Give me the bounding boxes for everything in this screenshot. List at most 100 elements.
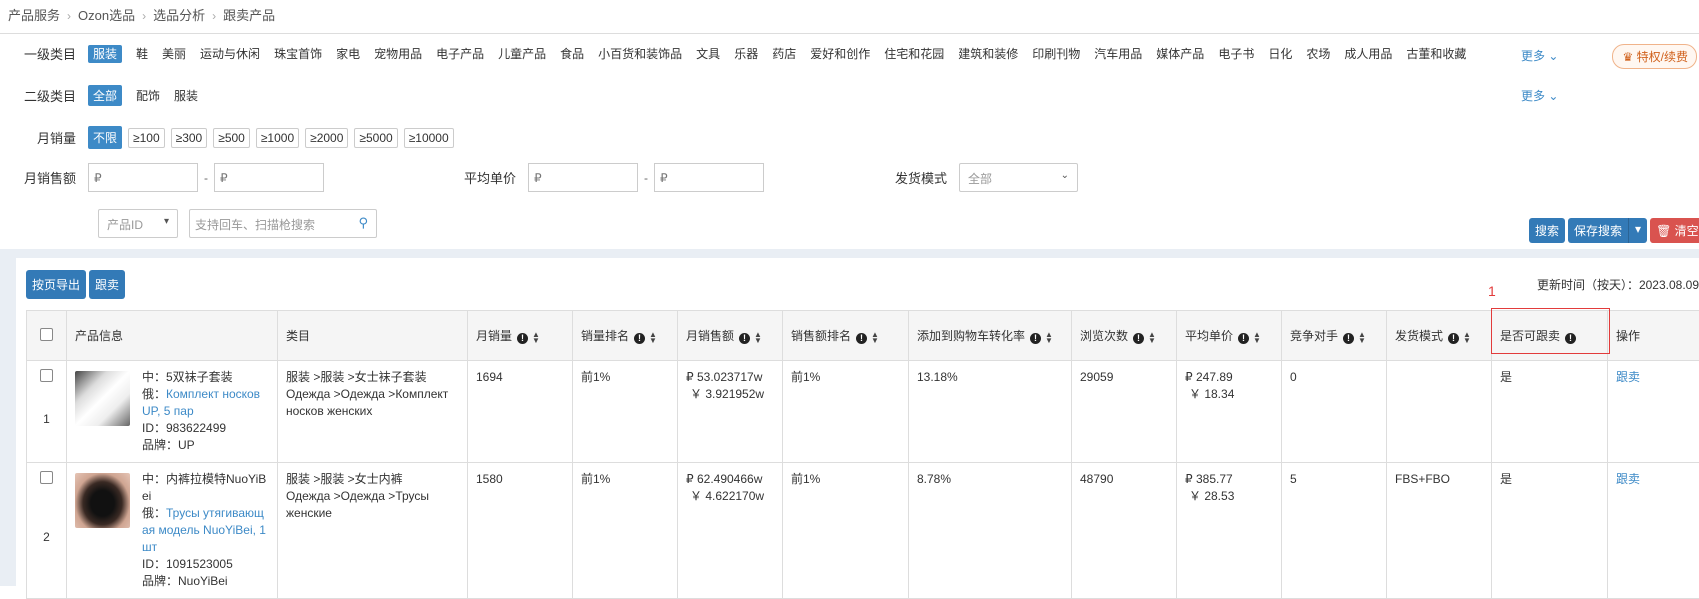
sort-icon[interactable]: ▲▼ xyxy=(1045,332,1053,344)
sort-icon[interactable]: ▲▼ xyxy=(532,332,540,344)
breadcrumb-item[interactable]: 选品分析 xyxy=(153,8,205,23)
cat1-option[interactable]: 家电 xyxy=(336,47,360,61)
save-search-dropdown[interactable]: ▾ xyxy=(1628,218,1647,243)
search-icon[interactable]: ⚲ xyxy=(358,215,368,231)
cat1-option[interactable]: 药店 xyxy=(772,47,796,61)
sales-option[interactable]: ≥10000 xyxy=(404,128,454,148)
cat1-option[interactable]: 服装 xyxy=(88,45,122,63)
cat1-option[interactable]: 儿童产品 xyxy=(498,47,546,61)
sales-option[interactable]: ≥1000 xyxy=(256,128,299,148)
price-rub: ₽ 385.77 xyxy=(1185,471,1273,488)
cat1-option[interactable]: 美丽 xyxy=(162,47,186,61)
product-thumbnail[interactable] xyxy=(75,371,130,426)
breadcrumb-item[interactable]: 产品服务 xyxy=(8,8,60,23)
sales-option[interactable]: ≥5000 xyxy=(354,128,397,148)
avg-price-max-input[interactable] xyxy=(654,163,764,192)
sales-option[interactable]: ≥2000 xyxy=(305,128,348,148)
cat1-option[interactable]: 宠物用品 xyxy=(374,47,422,61)
cat2-option-clothing[interactable]: 服装 xyxy=(174,87,198,104)
col-monthly-revenue[interactable]: 月销售额!▲▼ xyxy=(678,311,783,361)
product-brand: 品牌：NuoYiBei xyxy=(142,573,269,590)
row-checkbox[interactable] xyxy=(40,471,53,484)
sort-icon[interactable]: ▲▼ xyxy=(1253,332,1261,344)
sort-icon[interactable]: ▲▼ xyxy=(1463,332,1471,344)
info-icon[interactable]: ! xyxy=(1238,333,1249,344)
search-type-select[interactable]: 产品ID▾ xyxy=(98,209,178,238)
cat1-option[interactable]: 电子书 xyxy=(1218,47,1254,61)
cat1-option[interactable]: 乐器 xyxy=(734,47,758,61)
cat2-more-link[interactable]: 更多 ⌄ xyxy=(1521,87,1558,104)
cat1-option[interactable]: 日化 xyxy=(1268,47,1292,61)
info-icon[interactable]: ! xyxy=(1343,333,1354,344)
cat1-option[interactable]: 农场 xyxy=(1306,47,1330,61)
cart-rate-cell: 13.18% xyxy=(909,361,1072,463)
sort-icon[interactable]: ▲▼ xyxy=(649,332,657,344)
col-label: 销量排名 xyxy=(581,329,629,343)
cat1-option[interactable]: 电子产品 xyxy=(436,47,484,61)
select-all-checkbox[interactable] xyxy=(40,328,53,341)
sort-icon[interactable]: ▲▼ xyxy=(1358,332,1366,344)
cat1-option[interactable]: 文具 xyxy=(696,47,720,61)
revenue-max-input[interactable] xyxy=(214,163,324,192)
sort-icon[interactable]: ▲▼ xyxy=(871,332,879,344)
vip-button[interactable]: ♛ 特权/续费 xyxy=(1612,44,1697,69)
product-thumbnail[interactable] xyxy=(75,473,130,528)
cat1-option[interactable]: 建筑和装修 xyxy=(958,47,1018,61)
breadcrumb-item[interactable]: Ozon选品 xyxy=(78,8,135,23)
cat1-option[interactable]: 珠宝首饰 xyxy=(274,47,322,61)
follow-link[interactable]: 跟卖 xyxy=(1616,370,1640,384)
range-dash: - xyxy=(644,171,648,185)
row-checkbox[interactable] xyxy=(40,369,53,382)
cat2-option-all[interactable]: 全部 xyxy=(88,85,122,106)
cat1-option[interactable]: 爱好和创作 xyxy=(810,47,870,61)
sales-option[interactable]: ≥100 xyxy=(128,128,165,148)
sales-option[interactable]: 不限 xyxy=(88,126,122,149)
info-icon[interactable]: ! xyxy=(634,333,645,344)
info-icon[interactable]: ! xyxy=(1448,333,1459,344)
col-ship-mode[interactable]: 发货模式!▲▼ xyxy=(1387,311,1492,361)
info-icon[interactable]: ! xyxy=(1133,333,1144,344)
cat1-more-link[interactable]: 更多 ⌄ xyxy=(1521,47,1558,64)
search-button[interactable]: 搜索 xyxy=(1529,218,1565,243)
follow-link[interactable]: 跟卖 xyxy=(1616,472,1640,486)
cat1-option[interactable]: 成人用品 xyxy=(1344,47,1392,61)
col-sales-rank[interactable]: 销量排名! ▲▼ xyxy=(573,311,678,361)
cat1-option[interactable]: 小百货和装饰品 xyxy=(598,47,682,61)
follow-sell-button[interactable]: 跟卖 xyxy=(89,270,125,299)
info-icon[interactable]: ! xyxy=(856,333,867,344)
cat1-option[interactable]: 汽车用品 xyxy=(1094,47,1142,61)
cat1-option[interactable]: 鞋 xyxy=(136,47,148,61)
cat1-option[interactable]: 古董和收藏 xyxy=(1406,47,1466,61)
col-monthly-sales[interactable]: 月销量!▲▼ xyxy=(468,311,573,361)
clear-button[interactable]: 🗑 清空 xyxy=(1650,218,1699,243)
export-page-button[interactable]: 按页导出 xyxy=(26,270,86,299)
col-competitors[interactable]: 竞争对手!▲▼ xyxy=(1282,311,1387,361)
cart-rate-cell: 8.78% xyxy=(909,463,1072,599)
info-icon[interactable]: ! xyxy=(517,333,528,344)
avg-price-min-input[interactable] xyxy=(528,163,638,192)
ship-mode-select[interactable]: 全部⌄ xyxy=(959,163,1078,192)
cat1-option[interactable]: 媒体产品 xyxy=(1156,47,1204,61)
sales-option[interactable]: ≥500 xyxy=(213,128,250,148)
save-search-button[interactable]: 保存搜索 xyxy=(1568,218,1628,243)
ship-mode-cell: FBS+FBO xyxy=(1387,463,1492,599)
action-cell: 跟卖 xyxy=(1608,463,1699,599)
cat1-option[interactable]: 食品 xyxy=(560,47,584,61)
info-icon[interactable]: ! xyxy=(1030,333,1041,344)
cat1-option[interactable]: 印刷刊物 xyxy=(1032,47,1080,61)
info-icon[interactable]: ! xyxy=(739,333,750,344)
sort-icon[interactable]: ▲▼ xyxy=(1148,332,1156,344)
info-icon[interactable]: ! xyxy=(1565,333,1576,344)
col-avg-price[interactable]: 平均单价!▲▼ xyxy=(1177,311,1282,361)
col-cart-rate[interactable]: 添加到购物车转化率!▲▼ xyxy=(909,311,1072,361)
sales-option[interactable]: ≥300 xyxy=(171,128,208,148)
cat1-option[interactable]: 运动与休闲 xyxy=(200,47,260,61)
sort-icon[interactable]: ▲▼ xyxy=(754,332,762,344)
col-revenue-rank[interactable]: 销售额排名!▲▼ xyxy=(783,311,909,361)
cat1-option[interactable]: 住宅和花园 xyxy=(884,47,944,61)
col-views[interactable]: 浏览次数!▲▼ xyxy=(1072,311,1177,361)
product-info: 中：5双袜子套装 俄：Комплект носков UP, 5 пар ID：… xyxy=(142,369,269,454)
cat2-option-accessories[interactable]: 配饰 xyxy=(136,87,160,104)
search-input[interactable]: 支持回车、扫描枪搜索⚲ xyxy=(189,209,377,238)
revenue-min-input[interactable] xyxy=(88,163,198,192)
